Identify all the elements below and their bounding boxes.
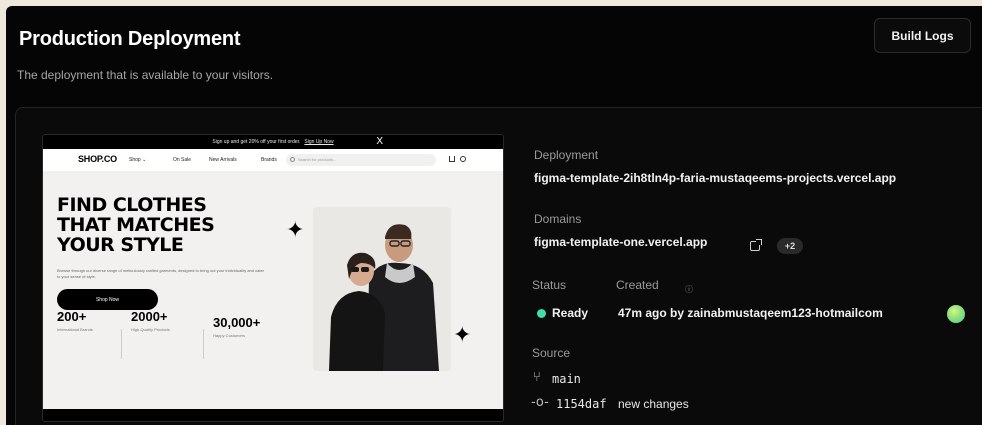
external-link-icon[interactable] — [750, 239, 762, 251]
preview-stat-divider — [203, 329, 204, 359]
preview-announcement-text: Sign up and get 20% off your first order… — [212, 139, 301, 145]
preview-close-icon: X — [376, 136, 383, 147]
preview-navbar: SHOP.CO Shop ⌄ On Sale New Arrivals Bran… — [43, 149, 503, 171]
status-label: Status — [532, 278, 567, 292]
created-label: Created — [616, 278, 659, 292]
preview-search-placeholder: Search for products... — [298, 157, 337, 162]
git-commit-icon: -o- — [531, 395, 549, 410]
preview-stat-value: 30,000+ — [213, 315, 261, 330]
deployment-card: Sign up and get 20% off your first order… — [15, 107, 982, 425]
preview-nav-link: New Arrivals — [209, 157, 237, 163]
preview-bottom-bar — [43, 409, 503, 421]
preview-hero-photo — [313, 207, 451, 371]
page-subtitle: The deployment that is available to your… — [17, 68, 274, 82]
avatar[interactable] — [947, 305, 965, 323]
domains-label: Domains — [534, 212, 582, 226]
domain-link[interactable]: figma-template-one.vercel.app — [534, 235, 707, 249]
deployment-url-link[interactable]: figma-template-2ih8tln4p-faria-mustaqeem… — [534, 171, 896, 185]
preview-hero-line: FIND CLOTHES — [57, 194, 207, 216]
preview-sparkle-icon: ✦ — [286, 217, 305, 242]
preview-search-icon — [290, 157, 295, 162]
commit-hash[interactable]: 1154daf — [556, 397, 607, 411]
preview-shop-now-button: Shop Now — [57, 289, 158, 310]
preview-sparkle-icon: ✦ — [453, 322, 472, 347]
branch-name[interactable]: main — [552, 372, 581, 386]
preview-signup-link: Sign Up Now — [304, 139, 334, 145]
preview-stat-label: High-Quality Products — [131, 327, 170, 332]
preview-logo: SHOP.CO — [78, 154, 117, 164]
preview-nav-link: Brands — [261, 157, 277, 163]
build-logs-button[interactable]: Build Logs — [874, 18, 971, 53]
preview-couple-illustration — [313, 207, 451, 371]
preview-stat-label: Happy Customers — [213, 333, 246, 338]
git-branch-icon: ⑂ — [533, 370, 541, 385]
info-icon[interactable]: ⓘ — [685, 284, 693, 295]
preview-cart-icon — [449, 156, 455, 162]
page-title: Production Deployment — [19, 28, 241, 50]
domains-more-badge[interactable]: +2 — [777, 238, 803, 254]
preview-user-icon — [460, 156, 466, 162]
preview-hero-description: Browse through our diverse range of meti… — [57, 268, 265, 279]
status-ready-dot — [537, 309, 546, 318]
preview-page: SHOP.CO Shop ⌄ On Sale New Arrivals Bran… — [43, 149, 503, 409]
preview-hero-title: FIND CLOTHES THAT MATCHES YOUR STYLE — [57, 195, 267, 255]
preview-hero-line: YOUR STYLE — [57, 234, 184, 256]
created-value: 47m ago by zainabmustaqeem123-hotmailcom — [618, 306, 883, 320]
preview-stat-label: International Brands — [57, 327, 93, 332]
source-label: Source — [532, 346, 571, 360]
production-deployment-panel: Production Deployment The deployment tha… — [6, 6, 982, 425]
deployment-label: Deployment — [534, 148, 599, 162]
preview-nav-link: On Sale — [173, 157, 192, 163]
preview-search-bar: Search for products... — [286, 154, 436, 166]
preview-stat-value: 200+ — [57, 309, 87, 324]
preview-hero-line: THAT MATCHES — [57, 214, 215, 236]
commit-message: new changes — [618, 397, 689, 411]
preview-stat-divider — [121, 329, 122, 359]
status-value: Ready — [552, 306, 589, 320]
preview-nav-link: Shop ⌄ — [129, 157, 147, 163]
deployment-preview[interactable]: Sign up and get 20% off your first order… — [42, 134, 504, 422]
preview-announcement-bar: Sign up and get 20% off your first order… — [43, 135, 503, 149]
preview-stat-value: 2000+ — [131, 309, 168, 324]
